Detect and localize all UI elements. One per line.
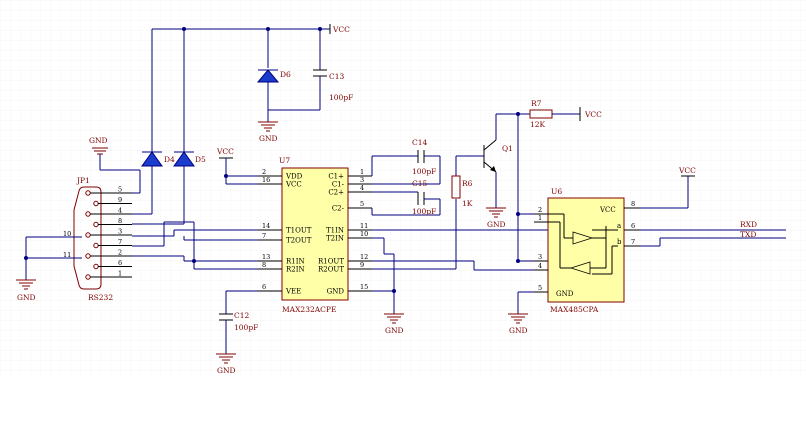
u6-part: MAX485CPA xyxy=(550,305,599,314)
vcc-label-u7: VCC xyxy=(216,147,234,156)
jp1-pin-label: 4 xyxy=(118,207,122,215)
u7-pin-number: 3 xyxy=(360,176,364,184)
r6-value: 1K xyxy=(462,199,473,208)
c13-ref: C13 xyxy=(329,72,345,81)
u6-pin-4: 4 xyxy=(538,262,542,270)
jp1-ref: JP1 xyxy=(76,176,90,185)
u6-ref: U6 xyxy=(551,187,562,196)
u7-pin-number: 12 xyxy=(360,253,368,261)
net-rxd: RXD xyxy=(740,220,757,229)
u7-pin-name: T2OUT xyxy=(286,237,312,245)
jp1-name: RS232 xyxy=(88,293,113,302)
u6-pin-3: 3 xyxy=(538,253,542,261)
u7-pin-number: 6 xyxy=(262,283,266,291)
d4-label: D4 xyxy=(164,155,175,164)
jp1-pin-label: 9 xyxy=(118,196,122,204)
jp1-pin-label: 7 xyxy=(118,238,122,246)
u7-pin-number: 8 xyxy=(262,261,266,269)
d5-label: D5 xyxy=(195,155,206,164)
u7-pin-name: C2- xyxy=(332,205,345,213)
schematic-sheet: VCC D6 C13 100pF GND D4 D5 GND JP1 5 9 4… xyxy=(0,0,806,421)
vcc-label-u6: VCC xyxy=(678,166,696,175)
r6-ref: R6 xyxy=(462,179,473,188)
jp1-pin-label: 5 xyxy=(118,186,122,194)
gnd-label-c12: GND xyxy=(217,366,236,375)
vcc-label-r7: VCC xyxy=(584,110,602,119)
u7-pin-name: T1OUT xyxy=(286,227,312,235)
c15-value: 100pF xyxy=(412,207,436,216)
gnd-label-d6: GND xyxy=(259,134,278,143)
ic-u6: U6 VCC GND a b 2 1 3 4 5 8 6 7 MAX485CPA xyxy=(534,187,640,314)
u7-ref: U7 xyxy=(279,156,290,165)
u6-pin-a: a xyxy=(617,222,621,230)
r7-value: 12K xyxy=(530,120,546,129)
gnd-label-u7: GND xyxy=(385,326,404,335)
gnd-label-u6: GND xyxy=(509,326,528,335)
u7-pin-name: VEE xyxy=(285,288,301,296)
u7-pin-number: 7 xyxy=(262,232,266,240)
jp1-pin-label: 3 xyxy=(118,228,122,236)
u7-pin-name: R1OUT xyxy=(318,258,344,266)
jp1-pin-label: 6 xyxy=(118,259,122,267)
gnd-label-connector: GND xyxy=(89,136,108,145)
u7-pin-name: C1+ xyxy=(328,173,344,181)
u7-pin-number: 4 xyxy=(360,184,364,192)
c12-value: 100pF xyxy=(234,323,258,332)
u6-pin-gnd: GND xyxy=(556,290,574,298)
u6-pin-8: 8 xyxy=(631,200,635,208)
u7-pin-number: 2 xyxy=(262,168,266,176)
u7-pin-name: R2OUT xyxy=(318,266,344,274)
u7-pin-number: 1 xyxy=(360,168,364,176)
u7-part: MAX232ACPE xyxy=(282,305,336,314)
u7-pin-name: VDD xyxy=(285,173,303,181)
u6-pin-1: 1 xyxy=(538,214,542,222)
u7-pin-number: 14 xyxy=(262,222,270,230)
jp1-pin-label: 2 xyxy=(118,249,122,257)
u7-pin-name: C1- xyxy=(332,181,345,189)
jp1-pin-11: 11 xyxy=(63,251,71,259)
q1-ref: Q1 xyxy=(502,144,513,153)
u7-pin-name: T1IN xyxy=(326,227,344,235)
u7-pin-number: 9 xyxy=(360,261,364,269)
c15-ref: C15 xyxy=(412,179,428,188)
schematic-canvas: VCC D6 C13 100pF GND D4 D5 GND JP1 59483… xyxy=(0,0,806,376)
u6-pin-7: 7 xyxy=(631,238,635,246)
u6-pin-5: 5 xyxy=(538,284,542,292)
c14-ref: C14 xyxy=(412,138,428,147)
u6-pin-2: 2 xyxy=(538,206,542,214)
c12-ref: C12 xyxy=(234,311,250,320)
vcc-label-top: VCC xyxy=(332,25,350,34)
u6-pin-6: 6 xyxy=(631,222,635,230)
u7-pin-name: R1IN xyxy=(286,258,305,266)
gnd-label-shield: GND xyxy=(17,293,36,302)
u7-pin-name: T2IN xyxy=(326,235,344,243)
r7-ref: R7 xyxy=(531,99,542,108)
jp1-pin-10: 10 xyxy=(63,230,71,238)
jp1-pin-label: 1 xyxy=(118,270,122,278)
u7-pin-name: GND xyxy=(327,288,345,296)
net-txd: TXD xyxy=(740,230,756,239)
u7-pin-name: VCC xyxy=(285,181,302,189)
u7-pin-number: 15 xyxy=(360,283,368,291)
c14-value: 100pF xyxy=(412,167,436,176)
d6-label: D6 xyxy=(280,70,291,79)
u7-pin-name: R2IN xyxy=(286,266,305,274)
u7-pin-number: 13 xyxy=(262,253,270,261)
gnd-label-q1: GND xyxy=(487,220,506,229)
jp1-pin-label: 8 xyxy=(118,217,122,225)
u7-pin-number: 11 xyxy=(360,222,368,230)
u7-pin-number: 5 xyxy=(360,200,364,208)
u7-pin-name: C2+ xyxy=(328,189,344,197)
u6-pin-vcc: VCC xyxy=(599,206,616,214)
c13-value: 100pF xyxy=(329,93,353,102)
u6-pin-b: b xyxy=(617,238,622,246)
u7-pin-number: 16 xyxy=(262,176,270,184)
u7-pin-number: 10 xyxy=(360,230,368,238)
